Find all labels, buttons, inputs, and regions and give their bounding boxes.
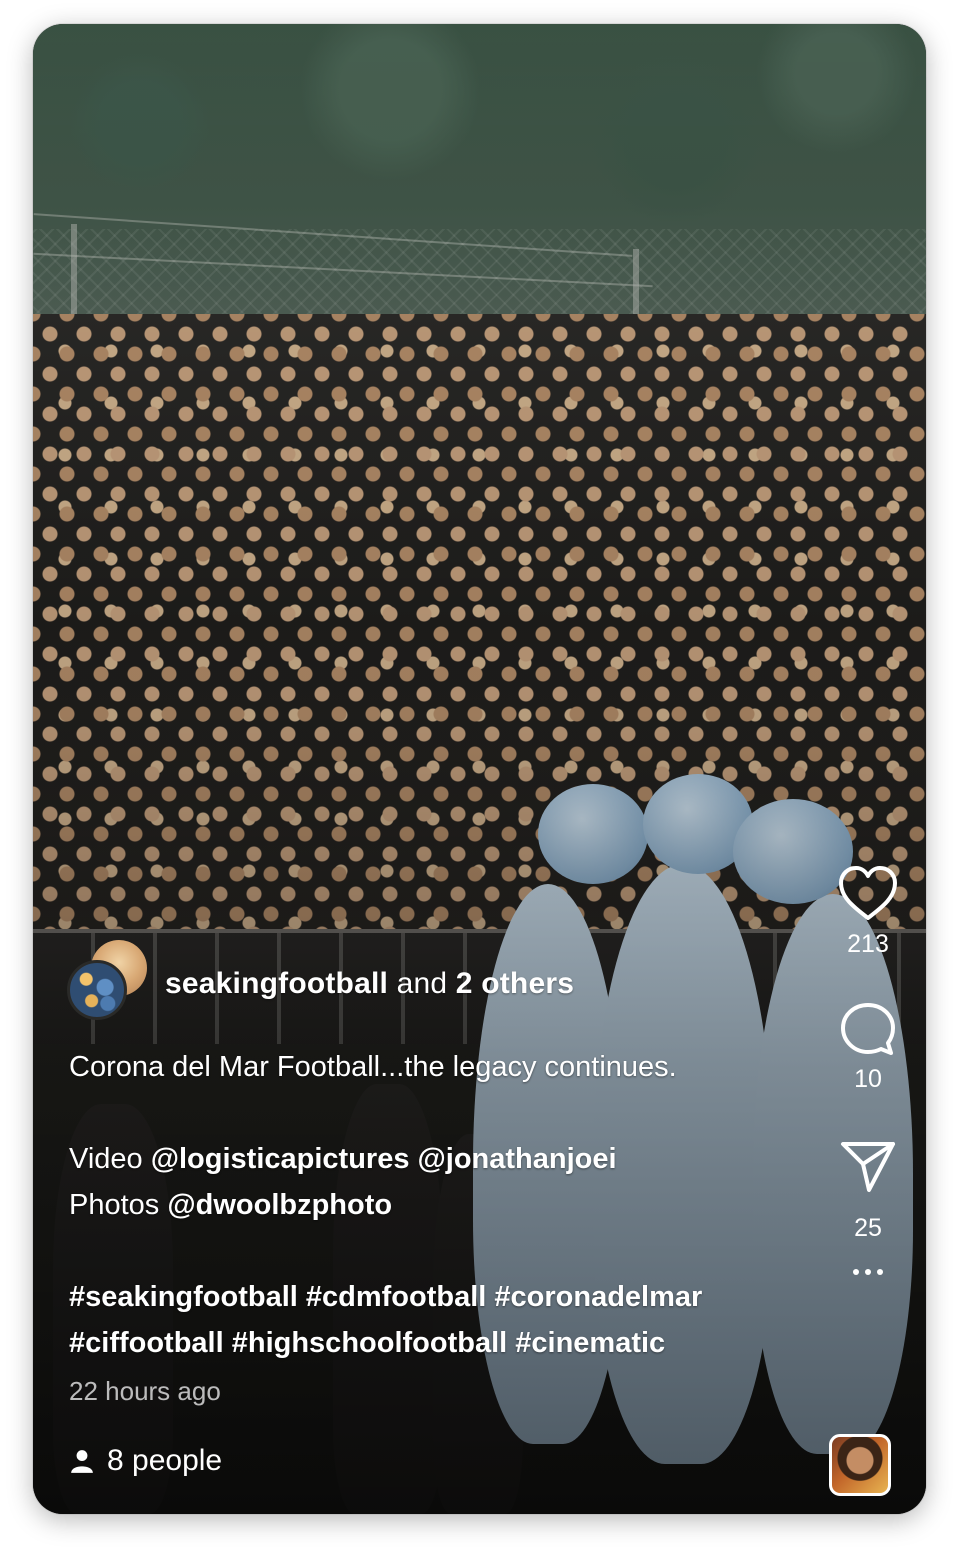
mention-link[interactable]: @jonathanjoei — [409, 1143, 617, 1175]
heart-icon[interactable] — [837, 864, 899, 922]
mention-link[interactable]: @logisticapictures — [151, 1143, 410, 1175]
video-label: Video — [69, 1143, 151, 1175]
mention-link[interactable]: @dwoolbzphoto — [167, 1189, 392, 1221]
avatar[interactable] — [67, 960, 127, 1020]
author-others[interactable]: 2 others — [456, 967, 574, 1000]
person-icon — [71, 1450, 93, 1473]
hashtag-line[interactable]: #seakingfootball #cdmfootball #coronadel… — [69, 1274, 789, 1320]
comment-action[interactable]: 10 — [839, 1001, 897, 1094]
paper-plane-icon[interactable] — [839, 1138, 897, 1194]
video-credit-line: Video @logisticapictures @jonathanjoei — [69, 1136, 789, 1182]
viewers-row[interactable]: 8 people — [69, 1444, 222, 1478]
dot — [877, 1269, 883, 1275]
viewers-count: 8 people — [107, 1444, 223, 1477]
dot — [853, 1269, 859, 1275]
reel-viewer: seakingfootball and 2 others Corona del … — [33, 24, 926, 1514]
author-joiner: and — [388, 967, 456, 1000]
author-names[interactable]: seakingfootball and 2 others — [165, 967, 574, 1001]
caption-line: Corona del Mar Football...the legacy con… — [69, 1051, 677, 1083]
photos-label: Photos — [69, 1189, 168, 1221]
author-row[interactable]: seakingfootball and 2 others — [67, 940, 574, 1022]
like-count: 213 — [847, 930, 889, 958]
like-action[interactable]: 213 — [837, 864, 899, 959]
hashtag-line[interactable]: #ciffootball #highschoolfootball #cinema… — [69, 1320, 789, 1366]
action-rail: 213 10 25 — [826, 864, 910, 1275]
author-username[interactable]: seakingfootball — [165, 967, 388, 1000]
share-action[interactable]: 25 — [839, 1138, 897, 1243]
audio-thumbnail[interactable] — [829, 1434, 891, 1496]
comment-count: 10 — [854, 1065, 882, 1093]
post-timestamp: 22 hours ago — [69, 1376, 221, 1406]
photo-credit-line: Photos @dwoolbzphoto — [69, 1182, 789, 1228]
comment-bubble-icon[interactable] — [839, 1001, 897, 1057]
more-dots-icon[interactable] — [853, 1269, 883, 1275]
avatar-stack[interactable] — [67, 940, 151, 1022]
caption: Corona del Mar Football...the legacy con… — [69, 1044, 789, 1366]
share-count: 25 — [854, 1214, 882, 1242]
dot — [865, 1269, 871, 1275]
